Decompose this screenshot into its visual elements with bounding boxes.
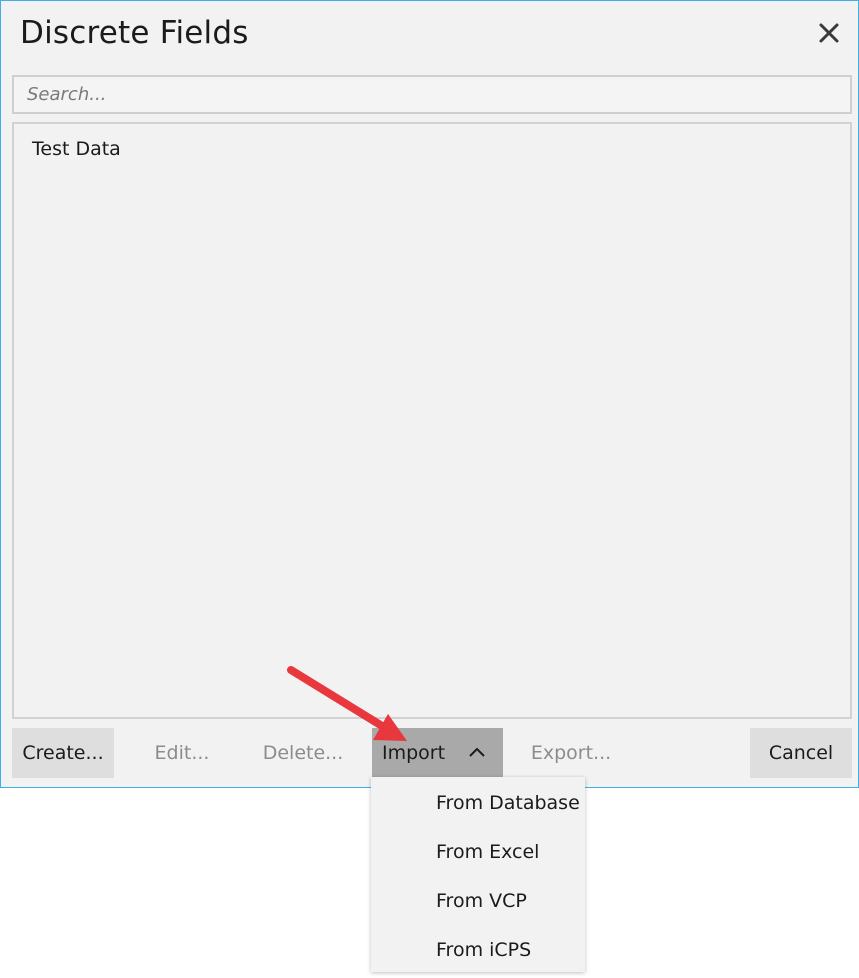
- menu-item-from-vcp[interactable]: From VCP: [371, 876, 585, 925]
- chevron-up-icon: [468, 744, 486, 762]
- dialog-title: Discrete Fields: [20, 15, 249, 51]
- discrete-fields-dialog: Discrete Fields Test Data Create... Edit…: [0, 0, 859, 788]
- list-item[interactable]: Test Data: [32, 138, 121, 160]
- import-button-label: Import: [382, 742, 446, 764]
- edit-button[interactable]: Edit...: [139, 728, 225, 778]
- import-button[interactable]: Import: [372, 728, 503, 778]
- cancel-button[interactable]: Cancel: [750, 728, 852, 778]
- create-button[interactable]: Create...: [12, 728, 114, 778]
- search-input[interactable]: [14, 77, 850, 112]
- discrete-fields-list[interactable]: Test Data: [12, 122, 852, 719]
- menu-item-from-excel[interactable]: From Excel: [371, 827, 585, 876]
- export-button[interactable]: Export...: [516, 728, 626, 778]
- search-box: [12, 75, 852, 114]
- delete-button[interactable]: Delete...: [251, 728, 355, 778]
- menu-item-from-database[interactable]: From Database: [371, 778, 585, 827]
- menu-item-from-icps[interactable]: From iCPS: [371, 925, 585, 974]
- import-dropdown-menu: From Database From Excel From VCP From i…: [371, 777, 585, 972]
- close-icon[interactable]: [815, 19, 843, 47]
